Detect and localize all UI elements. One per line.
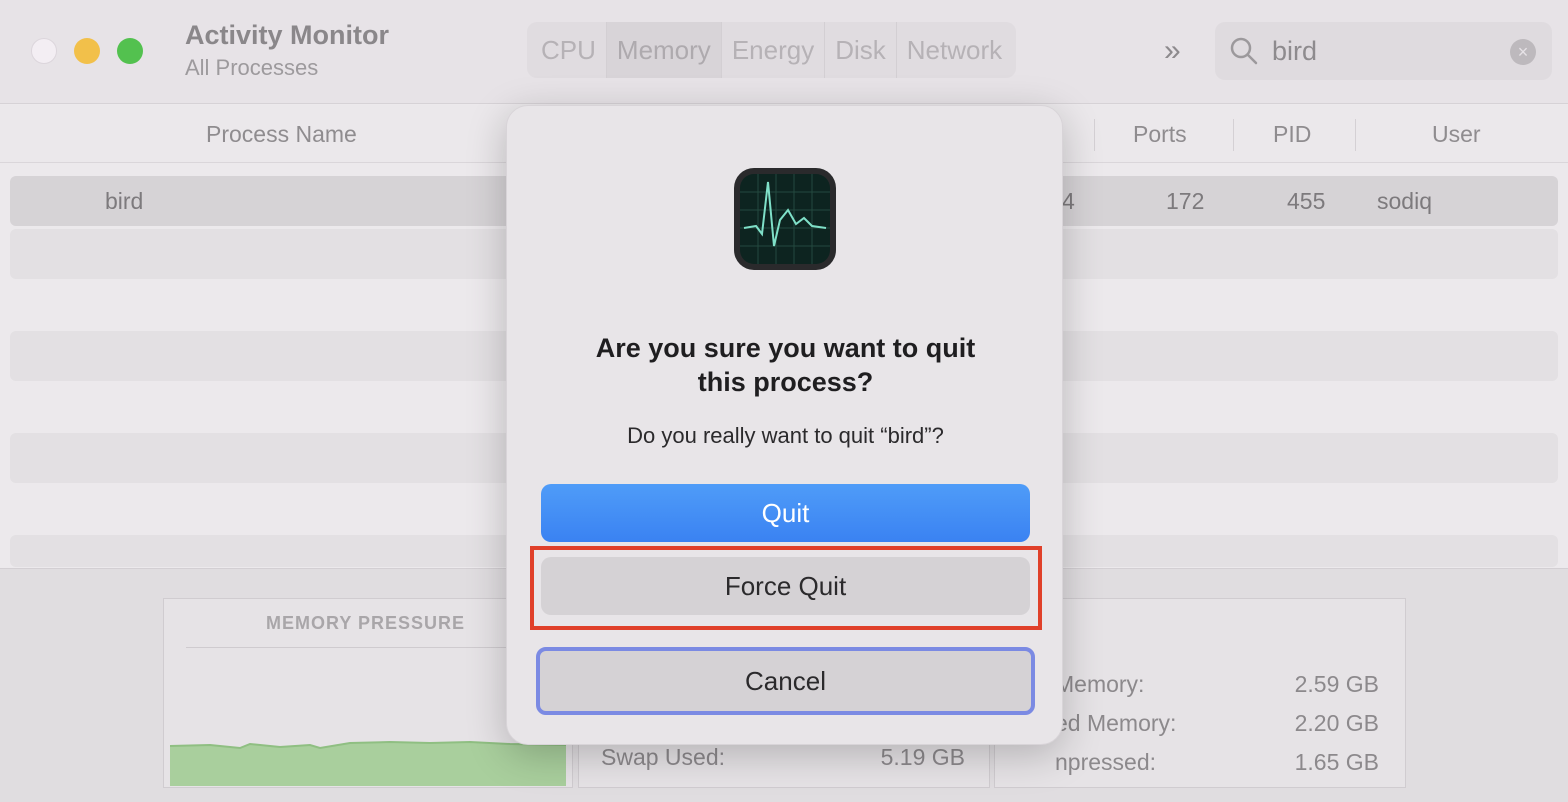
dialog-message: Do you really want to quit “bird”? (627, 423, 944, 448)
window-title: Activity Monitor (185, 20, 390, 50)
memory-pressure-label: MEMORY PRESSURE (266, 613, 466, 633)
search-input[interactable]: bird (1272, 36, 1317, 67)
swap-used-value: 5.19 GB (880, 744, 965, 770)
column-divider (1233, 119, 1234, 151)
column-header-ports[interactable]: Ports (1133, 121, 1187, 148)
toolbar: Activity Monitor All Processes CPU Memor… (0, 0, 1568, 104)
divider (186, 647, 546, 648)
quit-button[interactable]: Quit (541, 484, 1030, 542)
force-quit-button[interactable]: Force Quit (541, 557, 1030, 615)
user-cell: sodiq (1377, 188, 1432, 214)
column-header-user[interactable]: User (1432, 121, 1481, 148)
stat-value: 2.59 GB (1294, 671, 1379, 697)
process-name-cell: bird (105, 188, 144, 214)
column-header-process-name[interactable]: Process Name (206, 121, 357, 148)
tab-network[interactable]: Network (897, 22, 1012, 78)
dialog-title: Are you sure you want to quit this proce… (547, 331, 1024, 399)
tab-energy[interactable]: Energy (722, 22, 826, 78)
close-window-button[interactable] (31, 38, 57, 64)
activity-monitor-window: Activity Monitor All Processes CPU Memor… (0, 0, 1568, 802)
ports-cell: 172 (1166, 188, 1205, 214)
swap-used-label: Swap Used: (601, 744, 726, 770)
stat-label: ed Memory: (1055, 710, 1177, 736)
pid-cell: 455 (1287, 188, 1326, 214)
dialog-title-line: Are you sure you want to quit (595, 333, 976, 363)
dialog-title-line: this process? (697, 367, 874, 397)
window-subtitle: All Processes (185, 55, 319, 80)
cancel-button[interactable]: Cancel (536, 647, 1035, 715)
stat-value: 2.20 GB (1294, 710, 1379, 736)
column-divider (1094, 119, 1095, 151)
tab-cpu[interactable]: CPU (531, 22, 607, 78)
column-header-pid[interactable]: PID (1273, 121, 1311, 148)
tab-bar: CPU Memory Energy Disk Network (527, 22, 1017, 78)
stat-label: Memory: (1055, 671, 1145, 697)
stat-value: 1.65 GB (1294, 749, 1379, 775)
tab-disk[interactable]: Disk (825, 22, 897, 78)
column-divider (1355, 119, 1356, 151)
tab-memory[interactable]: Memory (606, 22, 722, 78)
activity-monitor-icon (734, 168, 836, 270)
quit-process-dialog: Are you sure you want to quit this proce… (506, 105, 1063, 745)
maximize-window-button[interactable] (117, 38, 143, 64)
partial-cell: 4 (1062, 188, 1075, 214)
search-field[interactable]: bird × (1215, 22, 1552, 80)
search-icon (1230, 37, 1258, 65)
clear-icon[interactable]: × (1510, 39, 1536, 65)
chevron-double-right-icon[interactable]: » (1164, 34, 1181, 68)
minimize-window-button[interactable] (74, 38, 100, 64)
stat-label: npressed: (1055, 749, 1157, 775)
